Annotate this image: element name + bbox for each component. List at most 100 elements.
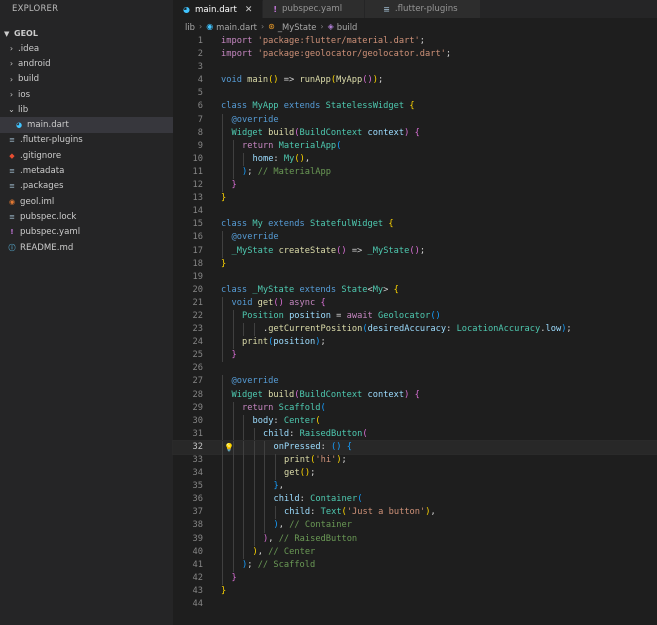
line-number: 8 xyxy=(197,127,203,138)
code-line[interactable]: 33 print('hi'); xyxy=(173,454,657,468)
code-editor[interactable]: 1 import 'package:flutter/material.dart';… xyxy=(172,35,657,625)
code-line[interactable]: 24 print(position); xyxy=(173,336,657,350)
code-line[interactable]: 25} xyxy=(173,349,657,363)
code-line[interactable]: 7 @override xyxy=(173,113,657,127)
tree-item[interactable]: ≡ .packages xyxy=(0,179,173,194)
code-line[interactable]: 1 import 'package:flutter/material.dart'; xyxy=(173,35,657,48)
tree-item[interactable]: ⌄ lib xyxy=(0,102,173,117)
lightbulb-icon[interactable]: 💡 xyxy=(224,441,234,454)
code-token: } xyxy=(231,572,237,583)
code-line[interactable]: 34 get(); xyxy=(173,467,657,481)
code-line[interactable]: 9 return MaterialApp( xyxy=(173,139,657,153)
code-line[interactable]: 2 import 'package:geolocator/geolocator.d… xyxy=(173,48,657,61)
tree-item[interactable]: › ios xyxy=(0,87,173,102)
code-line[interactable]: 36 child: Container( xyxy=(173,493,657,507)
code-text: child: Container( xyxy=(274,493,363,506)
code-line[interactable]: 43} xyxy=(173,585,657,598)
tree-item[interactable]: ◉ geol.iml xyxy=(0,194,173,209)
code-line[interactable]: 3 xyxy=(173,61,657,74)
code-line[interactable]: 27 @override xyxy=(173,375,657,389)
code-line[interactable]: 18} xyxy=(173,258,657,271)
code-line[interactable]: 29 return Scaffold( xyxy=(173,401,657,415)
tree-item[interactable]: ⓘ README.md xyxy=(0,240,173,255)
code-token: _MyState xyxy=(252,284,300,295)
tree-item[interactable]: › android xyxy=(0,56,173,71)
code-line[interactable]: 32 💡 onPressed: () { xyxy=(172,439,657,456)
tree-item[interactable]: ≡ .metadata xyxy=(0,163,173,178)
code-text: home: My(), xyxy=(253,153,311,166)
code-token: extends xyxy=(268,219,310,230)
code-token: MyApp xyxy=(252,101,284,112)
code-token: child xyxy=(273,494,300,505)
code-line[interactable]: 6 class MyApp extends StatelessWidget { xyxy=(173,100,657,113)
code-line[interactable]: 17 _MyState createState() => _MyState(); xyxy=(173,244,657,258)
code-text: ), // Container xyxy=(274,519,352,532)
code-token: } xyxy=(221,193,227,204)
breadcrumb-folder[interactable]: lib xyxy=(185,22,195,32)
tab-pubspec-yaml[interactable]: ! pubspec.yaml xyxy=(263,0,366,18)
tree-item[interactable]: ≡ pubspec.lock xyxy=(0,209,173,224)
code-token: position xyxy=(289,310,331,321)
code-line[interactable]: 30 body: Center( xyxy=(173,414,657,428)
code-token: Scaffold xyxy=(278,402,321,413)
indent-guide xyxy=(232,454,234,468)
indent-guide xyxy=(222,244,223,258)
code-line[interactable]: 20 class _MyState extends State<My> { xyxy=(173,284,657,297)
close-icon[interactable]: ✕ xyxy=(245,5,253,15)
code-line[interactable]: 38), // Container xyxy=(173,519,657,533)
tree-item[interactable]: › .idea xyxy=(0,41,173,56)
indent-guide xyxy=(232,545,234,559)
tree-item-label: android xyxy=(18,58,51,69)
tab-flutter-plugins[interactable]: ≡ .flutter-plugins xyxy=(365,0,481,18)
tree-item[interactable]: ! pubspec.yaml xyxy=(0,225,173,240)
indent-guide xyxy=(232,506,234,520)
code-line[interactable]: 44 xyxy=(173,598,657,611)
code-token: , xyxy=(304,153,311,164)
workspace-folder-header[interactable]: ▼ GEOL xyxy=(0,20,173,41)
tree-item-label: .flutter-plugins xyxy=(20,135,83,146)
line-number: 29 xyxy=(192,402,203,413)
code-line[interactable]: 37 child: Text('Just a button'), xyxy=(173,506,657,520)
tree-item-label: .idea xyxy=(18,43,40,54)
code-line[interactable]: 19 xyxy=(173,271,657,284)
tree-item[interactable]: › build xyxy=(0,72,173,87)
code-token: ( xyxy=(320,402,326,413)
code-line[interactable]: 35}, xyxy=(173,480,657,494)
code-line[interactable]: 8 Widget build(BuildContext context) { xyxy=(173,126,657,140)
code-line[interactable]: 16 @override xyxy=(173,231,657,245)
code-token: // MaterialApp xyxy=(257,166,331,177)
code-line[interactable]: 23 .getCurrentPosition(desiredAccuracy: L… xyxy=(173,323,657,337)
code-line[interactable]: 4 void main() => runApp(MyApp()); xyxy=(173,74,657,87)
line-number: 21 xyxy=(192,297,203,308)
breadcrumb: lib › ◉ main.dart › ⊛ _MyState › ◈ build xyxy=(173,18,657,35)
code-line[interactable]: 12} xyxy=(173,179,657,193)
code-line[interactable]: 5 xyxy=(173,87,657,100)
tab-main-dart[interactable]: ◕ main.dart ✕ xyxy=(173,0,264,18)
code-line[interactable]: 39), // RaisedButton xyxy=(173,532,657,546)
code-line[interactable]: 40), // Center xyxy=(173,545,657,559)
code-text: Position position = await Geolocator() xyxy=(242,310,441,323)
code-line[interactable]: 10 home: My(), xyxy=(173,152,657,166)
tree-item[interactable]: ◕ main.dart xyxy=(0,117,173,133)
code-line[interactable]: 28 Widget build(BuildContext context) { xyxy=(173,388,657,402)
code-line[interactable]: 21 void get() async { xyxy=(173,296,657,310)
indent-guide xyxy=(253,427,255,441)
code-line[interactable]: 42} xyxy=(173,571,657,585)
code-line[interactable]: 31 child: RaisedButton( xyxy=(173,427,657,441)
code-line[interactable]: 41); // Scaffold xyxy=(173,558,657,572)
code-token: { xyxy=(414,127,420,138)
code-text: Widget build(BuildContext context) { xyxy=(232,127,420,140)
breadcrumb-file[interactable]: main.dart xyxy=(216,22,257,32)
indent-guide xyxy=(222,139,223,153)
code-line[interactable]: 14 xyxy=(173,205,657,218)
tree-item[interactable]: ◆ .gitignore xyxy=(0,148,173,163)
code-line[interactable]: 15 class My extends StatefulWidget { xyxy=(173,218,657,231)
breadcrumb-method[interactable]: build xyxy=(337,22,358,32)
code-line[interactable]: 13} xyxy=(173,192,657,205)
breadcrumb-class[interactable]: _MyState xyxy=(278,22,317,32)
code-line[interactable]: 11); // MaterialApp xyxy=(173,165,657,180)
tree-item-label: ios xyxy=(18,89,31,100)
tree-item[interactable]: ≡ .flutter-plugins xyxy=(0,133,173,148)
code-line[interactable]: 26 xyxy=(173,362,657,375)
code-line[interactable]: 22 Position position = await Geolocator() xyxy=(173,309,657,324)
